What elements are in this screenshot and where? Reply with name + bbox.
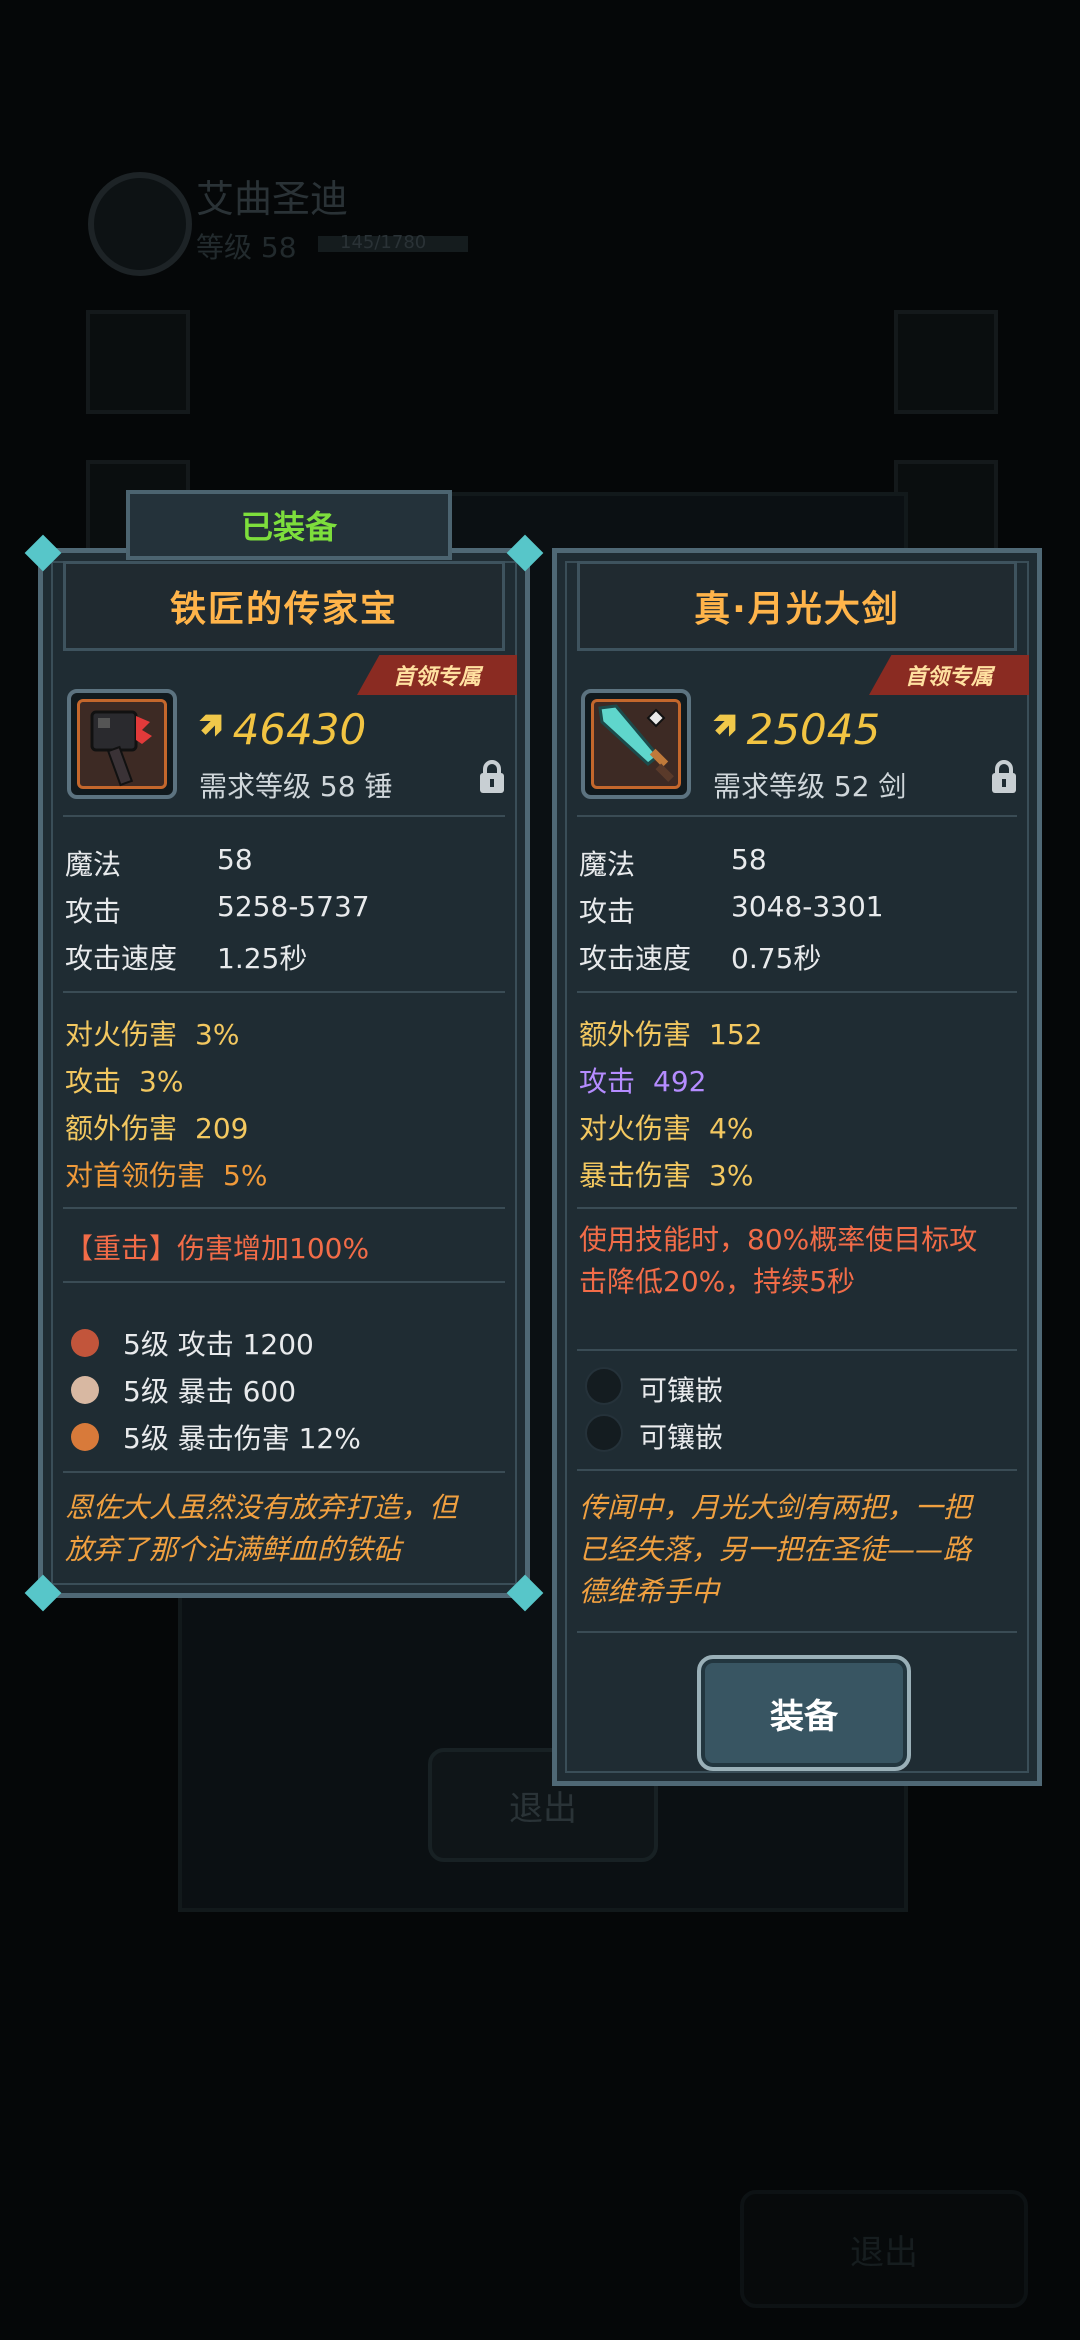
equip-slot — [894, 310, 998, 414]
skill-effect: 使用技能时，80%概率使目标攻 击降低20%，持续5秒 — [579, 1219, 1015, 1303]
empty-socket-icon — [585, 1367, 623, 1405]
item-title-bar: 真·月光大剑 — [577, 561, 1017, 651]
equipped-label: 已装备 — [240, 508, 337, 546]
lore-line: 放弃了那个沾满鲜血的铁砧 — [65, 1533, 402, 1566]
level-requirement: 需求等级 58 锤 — [199, 770, 393, 803]
socket-label: 可镶嵌 — [639, 1421, 724, 1454]
socket-label: 可镶嵌 — [639, 1374, 724, 1407]
player-level: 等级 58 — [196, 231, 297, 264]
equipped-tab: 已装备 — [126, 490, 452, 560]
divider — [63, 1471, 505, 1473]
lock-icon[interactable] — [477, 759, 507, 795]
lore-line: 已经失落，另一把在圣徒——路 — [579, 1533, 972, 1566]
stat-row: 魔法 58 — [65, 843, 253, 881]
stat-row: 攻击速度 1.25秒 — [65, 942, 308, 975]
gem-row: 5级 暴击伤害 12% — [123, 1422, 361, 1455]
stat-row: 攻击 3048-3301 — [579, 890, 884, 928]
divider — [63, 815, 505, 817]
divider — [63, 991, 505, 993]
player-avatar — [88, 172, 192, 276]
attack-gem-icon — [71, 1329, 99, 1357]
power-rating: 🡽 46430 — [199, 701, 366, 758]
bonus-stat-row: 额外伤害 152 — [579, 1018, 763, 1051]
power-value: 25045 — [746, 705, 881, 754]
bonus-stat-row: 攻击 492 — [579, 1065, 707, 1098]
power-icon: 🡽 — [713, 705, 737, 745]
sword-icon — [581, 689, 691, 799]
stat-row: 攻击 5258-5737 — [65, 890, 370, 928]
divider — [577, 991, 1017, 993]
boss-exclusive-label: 首领专属 — [392, 665, 481, 690]
compare-item-card: 真·月光大剑 首领专属 🡽 25045 需求等级 52 剑 魔法 58 攻击 304… — [552, 548, 1042, 1786]
lore-line: 恩佐大人虽然没有放弃打造，但 — [65, 1491, 458, 1524]
lock-icon[interactable] — [989, 759, 1019, 795]
divider — [577, 815, 1017, 817]
empty-socket-icon — [585, 1414, 623, 1452]
crit-gem-icon — [71, 1376, 99, 1404]
item-name: 真·月光大剑 — [694, 589, 900, 630]
skill-effect: 【重击】伤害增加100% — [65, 1232, 370, 1265]
stat-row: 攻击速度 0.75秒 — [579, 942, 822, 975]
item-title-bar: 铁匠的传家宝 — [63, 561, 505, 651]
boss-exclusive-badge: 首领专属 — [869, 655, 1029, 695]
skill-line: 击降低20%，持续5秒 — [579, 1265, 856, 1298]
level-requirement: 需求等级 52 剑 — [713, 770, 907, 803]
lore-line: 传闻中，月光大剑有两把，一把 — [579, 1491, 972, 1524]
divider — [577, 1631, 1017, 1633]
bonus-stat-row: 额外伤害 209 — [65, 1112, 249, 1145]
bonus-stat-row: 对首领伤害 5% — [65, 1159, 268, 1192]
divider — [63, 1207, 505, 1209]
bonus-stat-row: 对火伤害 4% — [579, 1112, 754, 1145]
power-rating: 🡽 25045 — [713, 701, 880, 758]
background-exit-button-2: 退出 — [740, 2190, 1028, 2308]
skill-line: 使用技能时，80%概率使目标攻 — [579, 1223, 978, 1256]
player-name: 艾曲圣迪 — [196, 177, 349, 221]
power-icon: 🡽 — [199, 705, 223, 745]
boss-exclusive-label: 首领专属 — [904, 665, 993, 690]
bonus-stat-row: 暴击伤害 3% — [579, 1159, 754, 1192]
item-lore: 恩佐大人虽然没有放弃打造，但 放弃了那个沾满鲜血的铁砧 — [65, 1487, 503, 1571]
hammer-icon — [67, 689, 177, 799]
exp-label: 145/1780 — [340, 232, 427, 253]
item-lore: 传闻中，月光大剑有两把，一把 已经失落，另一把在圣徒——路 德维希手中 — [579, 1487, 1015, 1613]
crit-damage-gem-icon — [71, 1423, 99, 1451]
equip-button[interactable]: 装备 — [697, 1655, 911, 1771]
item-name: 铁匠的传家宝 — [169, 589, 398, 630]
gem-row: 5级 攻击 1200 — [123, 1328, 314, 1361]
equip-button-label: 装备 — [770, 1696, 838, 1737]
gem-row: 5级 暴击 600 — [123, 1375, 297, 1408]
equipped-item-card: 铁匠的传家宝 首领专属 🡽 46430 需求等级 58 锤 魔法 58 攻击 525… — [24, 534, 544, 1612]
stat-row: 魔法 58 — [579, 843, 767, 881]
power-value: 46430 — [232, 705, 367, 754]
divider — [577, 1207, 1017, 1209]
divider — [63, 1281, 505, 1283]
boss-exclusive-badge: 首领专属 — [357, 655, 517, 695]
divider — [577, 1349, 1017, 1351]
bonus-stat-row: 对火伤害 3% — [65, 1018, 240, 1051]
divider — [577, 1469, 1017, 1471]
equip-slot — [86, 310, 190, 414]
lore-line: 德维希手中 — [579, 1575, 720, 1608]
bonus-stat-row: 攻击 3% — [65, 1065, 184, 1098]
